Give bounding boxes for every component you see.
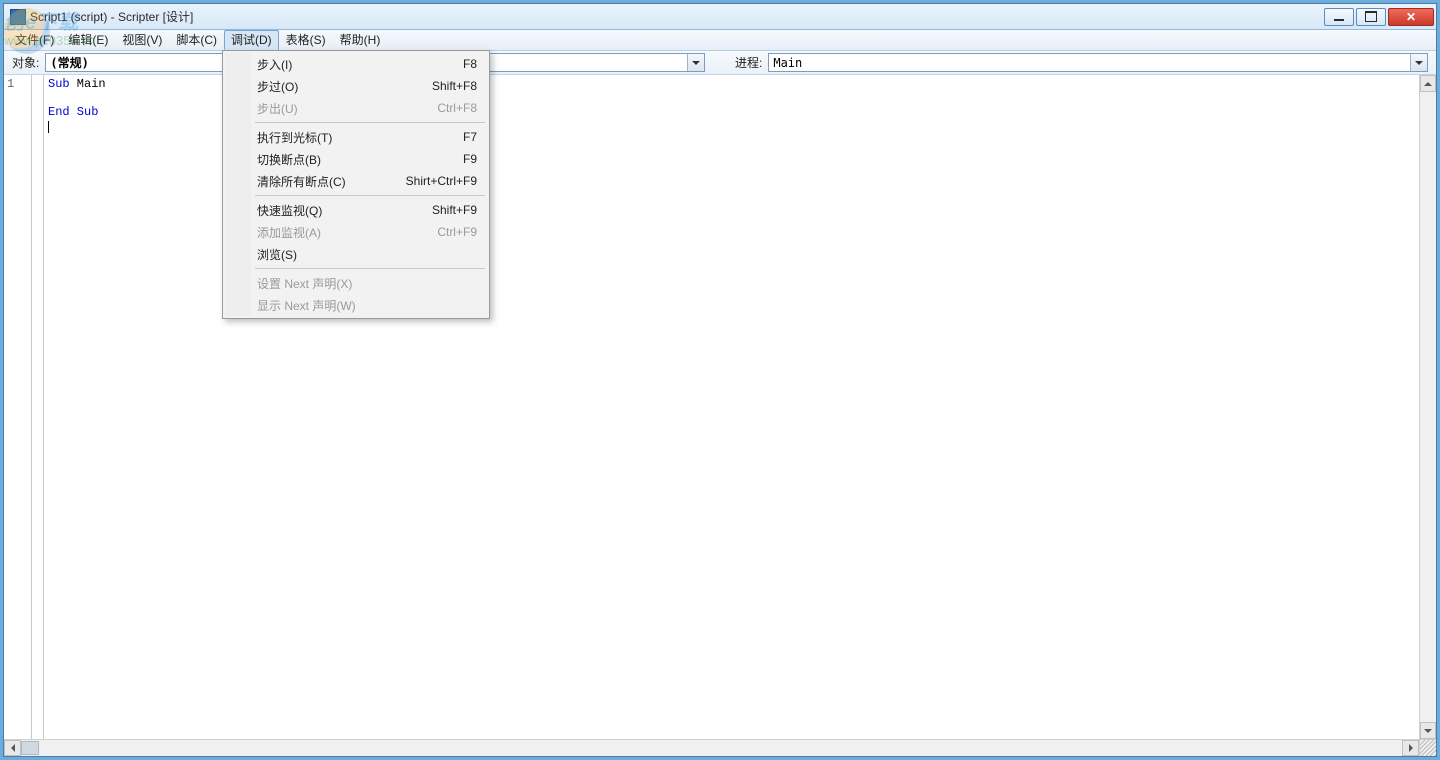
minimize-button[interactable] [1324, 8, 1354, 26]
app-window: Script1 (script) - Scripter [设计] ✕ 文件(F)… [3, 3, 1437, 757]
menu-quick-watch[interactable]: 快速监视(Q) Shift+F9 [225, 199, 487, 221]
menu-item-label: 步过(O) [257, 78, 298, 95]
menu-step-into[interactable]: 步入(I) F8 [225, 53, 487, 75]
menu-item-label: 显示 Next 声明(W) [257, 297, 356, 314]
menu-help[interactable]: 帮助(H) [333, 30, 388, 50]
menu-item-shortcut: Ctrl+F8 [437, 101, 477, 115]
code-keyword: Sub [48, 77, 70, 91]
text-caret [48, 121, 49, 133]
menu-set-next-statement: 设置 Next 声明(X) [225, 272, 487, 294]
menu-item-shortcut: F9 [463, 152, 477, 166]
breakpoint-margin[interactable] [32, 75, 44, 739]
maximize-button[interactable] [1356, 8, 1386, 26]
menu-item-shortcut: Shirt+Ctrl+F9 [406, 174, 477, 188]
menu-item-shortcut: Shift+F9 [432, 203, 477, 217]
menu-file[interactable]: 文件(F) [8, 30, 61, 50]
menu-show-next-statement: 显示 Next 声明(W) [225, 294, 487, 316]
menu-bar: 文件(F) 编辑(E) 视图(V) 脚本(C) 调试(D) 表格(S) 帮助(H… [4, 30, 1436, 51]
close-button[interactable]: ✕ [1388, 8, 1434, 26]
menu-clear-breakpoints[interactable]: 清除所有断点(C) Shirt+Ctrl+F9 [225, 170, 487, 192]
menu-view[interactable]: 视图(V) [115, 30, 169, 50]
vertical-scrollbar[interactable] [1419, 75, 1436, 739]
menu-add-watch: 添加监视(A) Ctrl+F9 [225, 221, 487, 243]
debug-menu-dropdown: 步入(I) F8 步过(O) Shift+F8 步出(U) Ctrl+F8 执行… [222, 50, 490, 319]
menu-item-shortcut: Ctrl+F9 [437, 225, 477, 239]
code-text: Main [70, 77, 106, 91]
menu-edit[interactable]: 编辑(E) [61, 30, 115, 50]
scroll-right-button[interactable] [1402, 740, 1419, 756]
hscroll-thumb[interactable] [21, 741, 39, 755]
window-title: Script1 (script) - Scripter [设计] [30, 8, 1324, 25]
hscroll-track[interactable] [21, 740, 1402, 756]
menu-run-to-cursor[interactable]: 执行到光标(T) F7 [225, 126, 487, 148]
menu-item-shortcut: F7 [463, 130, 477, 144]
menu-separator [255, 195, 485, 196]
horizontal-scrollbar[interactable] [4, 739, 1436, 756]
size-grip[interactable] [1419, 740, 1436, 756]
menu-item-shortcut: F8 [463, 57, 477, 71]
menu-item-label: 添加监视(A) [257, 224, 321, 241]
proc-label: 进程: [735, 54, 762, 71]
proc-combo[interactable]: Main [768, 53, 1428, 72]
menu-item-label: 浏览(S) [257, 246, 297, 263]
object-combo-drop-icon[interactable] [687, 54, 704, 71]
menu-table[interactable]: 表格(S) [279, 30, 333, 50]
scroll-left-button[interactable] [4, 740, 21, 756]
line-number: 1 [4, 77, 31, 91]
scroll-up-button[interactable] [1420, 75, 1436, 92]
object-proc-toolbar: 对象: (常规) 进程: Main [4, 51, 1436, 75]
menu-browse[interactable]: 浏览(S) [225, 243, 487, 265]
menu-script[interactable]: 脚本(C) [169, 30, 224, 50]
object-combo-value: (常规) [50, 54, 88, 71]
menu-item-shortcut: Shift+F8 [432, 79, 477, 93]
editor-area: 1 Sub Main End Sub [4, 75, 1436, 739]
menu-step-out: 步出(U) Ctrl+F8 [225, 97, 487, 119]
menu-item-label: 设置 Next 声明(X) [257, 275, 352, 292]
menu-separator [255, 122, 485, 123]
menu-item-label: 步入(I) [257, 56, 292, 73]
menu-item-label: 切换断点(B) [257, 151, 321, 168]
menu-step-over[interactable]: 步过(O) Shift+F8 [225, 75, 487, 97]
menu-debug[interactable]: 调试(D) [224, 30, 279, 50]
scroll-down-button[interactable] [1420, 722, 1436, 739]
menu-item-label: 步出(U) [257, 100, 298, 117]
app-icon [10, 9, 26, 25]
window-buttons: ✕ [1324, 8, 1434, 26]
menu-separator [255, 268, 485, 269]
menu-item-label: 清除所有断点(C) [257, 173, 346, 190]
proc-combo-drop-icon[interactable] [1410, 54, 1427, 71]
line-gutter: 1 [4, 75, 32, 739]
object-label: 对象: [12, 54, 39, 71]
title-bar[interactable]: Script1 (script) - Scripter [设计] ✕ [4, 4, 1436, 30]
menu-item-label: 快速监视(Q) [257, 202, 322, 219]
proc-combo-value: Main [773, 56, 802, 70]
menu-toggle-breakpoint[interactable]: 切换断点(B) F9 [225, 148, 487, 170]
menu-item-label: 执行到光标(T) [257, 129, 332, 146]
code-keyword: End Sub [48, 105, 98, 119]
